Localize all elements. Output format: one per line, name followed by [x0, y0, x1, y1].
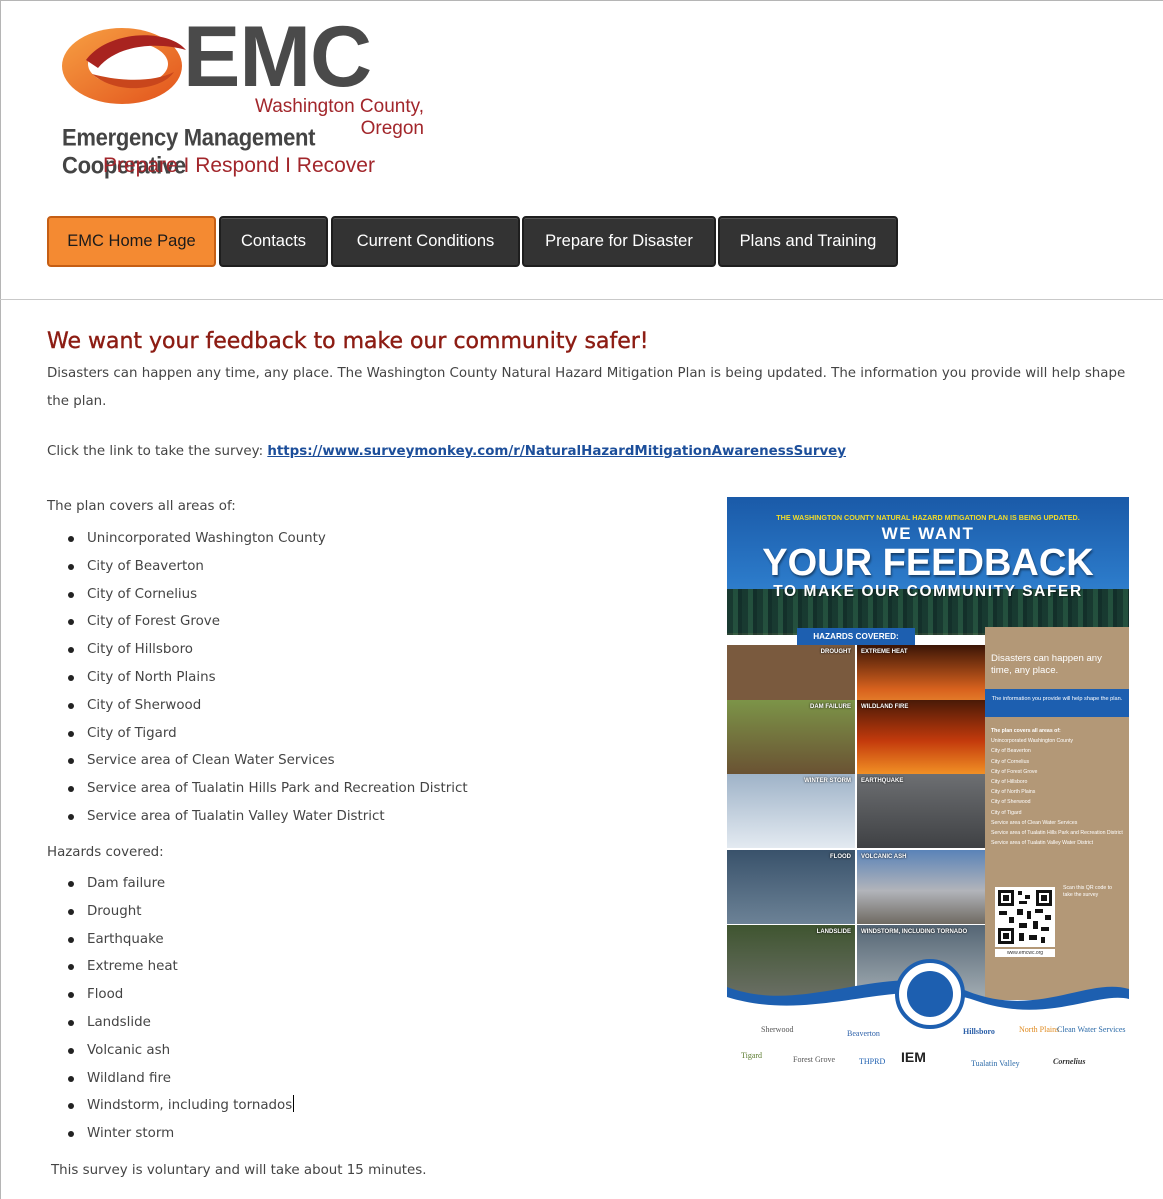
tile-label: WINTER STORM — [804, 778, 851, 784]
nav-plans-and-training[interactable]: Plans and Training — [718, 216, 898, 267]
list-item: Service area of Tualatin Hills Park and … — [67, 775, 468, 803]
emc-logo[interactable]: EMC Washington County, Oregon Emergency … — [58, 14, 428, 180]
hazards-title: Hazards covered: — [47, 845, 164, 860]
text-cursor — [293, 1095, 295, 1113]
list-item: Volcanic ash — [67, 1037, 294, 1065]
list-item: Drought — [67, 898, 294, 926]
tile-label: FLOOD — [830, 854, 851, 860]
tile-flood: FLOOD — [727, 850, 855, 924]
areas-title: The plan covers all areas of: — [47, 499, 236, 514]
logo-tagline: Prepare I Respond I Recover — [103, 154, 375, 177]
poster-side-bar: The information you provide will help sh… — [985, 689, 1129, 717]
intro-paragraph: Disasters can happen any time, any place… — [47, 366, 1126, 409]
survey-duration-note: This survey is voluntary and will take a… — [51, 1163, 427, 1178]
areas-list: Unincorporated Washington County City of… — [67, 525, 468, 831]
partner-logo: IEM — [901, 1049, 926, 1065]
page-title: We want your feedback to make our commun… — [47, 329, 649, 354]
tile-winter-storm: WINTER STORM — [727, 774, 855, 848]
partner-logo: Sherwood — [761, 1025, 794, 1034]
partner-logo: Forest Grove — [793, 1055, 835, 1064]
poster-side-item: Service area of Tualatin Valley Water Di… — [991, 840, 1094, 847]
survey-prefix: Click the link to take the survey: — [47, 444, 268, 459]
tile-label: DROUGHT — [820, 649, 851, 655]
poster-side-head: Disasters can happen any time, any place… — [991, 653, 1102, 676]
tile-label: WILDLAND FIRE — [861, 704, 909, 710]
list-item: Landslide — [67, 1009, 294, 1037]
list-item: Earthquake — [67, 926, 294, 954]
tile-label: VOLCANIC ASH — [861, 854, 907, 860]
list-item: Flood — [67, 981, 294, 1009]
poster-side-list-title: The plan covers all areas of: — [991, 728, 1061, 734]
poster-we-want: WE WANT — [881, 524, 975, 543]
logo-brand-text: EMC — [183, 9, 372, 105]
nav-current-conditions[interactable]: Current Conditions — [331, 216, 520, 267]
poster-partner-logos: Sherwood Beaverton Hillsboro North Plain… — [727, 1019, 1129, 1095]
poster-banner: THE WASHINGTON COUNTY NATURAL HAZARD MIT… — [776, 513, 1080, 522]
poster-side-item: City of Hillsboro — [991, 779, 1028, 786]
tile-dam-failure: DAM FAILURE — [727, 700, 855, 774]
list-item: Winter storm — [67, 1120, 294, 1148]
partner-logo: Clean Water Services — [1057, 1025, 1126, 1034]
partner-logo: Tigard — [741, 1051, 763, 1060]
tile-volcanic-ash: VOLCANIC ASH — [857, 850, 985, 924]
nav-prepare-for-disaster[interactable]: Prepare for Disaster — [522, 216, 716, 267]
list-item: Dam failure — [67, 870, 294, 898]
partner-logo: Tualatin Valley — [971, 1059, 1020, 1068]
qr-code-icon — [995, 887, 1055, 947]
poster-feedback-headline: YOUR FEEDBACK — [762, 542, 1094, 584]
list-item: City of Cornelius — [67, 581, 468, 609]
list-item: Wildland fire — [67, 1065, 294, 1093]
poster-side-item: City of North Plains — [991, 789, 1036, 796]
list-item: City of Sherwood — [67, 692, 468, 720]
poster-url: www.emcwc.org — [995, 949, 1055, 957]
survey-line: Click the link to take the survey: https… — [47, 444, 846, 459]
poster-side-item: City of Tigard — [991, 809, 1022, 816]
partner-logo: THPRD — [859, 1057, 886, 1066]
tile-label: DAM FAILURE — [810, 704, 851, 710]
poster-side-item: Service area of Tualatin Hills Park and … — [991, 830, 1123, 837]
poster-qr-text: Scan this QR code to take the survey — [1063, 885, 1113, 898]
survey-link[interactable]: https://www.surveymonkey.com/r/NaturalHa… — [267, 444, 846, 459]
list-item: City of Beaverton — [67, 553, 468, 581]
partner-logo: North Plains — [1019, 1025, 1060, 1034]
tile-wildland-fire: WILDLAND FIRE — [857, 700, 985, 774]
list-item: City of Hillsboro — [67, 636, 468, 664]
tile-label: WINDSTORM, INCLUDING TORNADO — [861, 929, 968, 935]
poster-hazards-label: HAZARDS COVERED: — [797, 628, 915, 645]
list-item: City of North Plains — [67, 664, 468, 692]
list-item[interactable]: Windstorm, including tornados — [67, 1092, 295, 1120]
poster-side-item: City of Sherwood — [991, 799, 1031, 806]
emc-swoosh-icon — [62, 28, 186, 104]
tile-label: LANDSLIDE — [816, 929, 851, 935]
list-item: City of Forest Grove — [67, 608, 468, 636]
poster-side-item: City of Cornelius — [991, 758, 1030, 765]
tile-earthquake: EARTHQUAKE — [857, 774, 985, 848]
list-item: Service area of Tualatin Valley Water Di… — [67, 803, 468, 831]
poster-side-item: Unincorporated Washington County — [991, 738, 1073, 745]
poster-safer: TO MAKE OUR COMMUNITY SAFER — [773, 583, 1083, 600]
partner-logo: Beaverton — [847, 1029, 880, 1038]
site-header: EMC Washington County, Oregon Emergency … — [0, 0, 1163, 300]
list-item: Extreme heat — [67, 953, 294, 981]
partner-logo: Cornelius — [1053, 1057, 1086, 1066]
poster-side-item: City of Forest Grove — [991, 768, 1038, 775]
partner-logo: Hillsboro — [963, 1027, 995, 1036]
poster-side-list: The plan covers all areas of: Unincorpor… — [991, 726, 1125, 848]
poster-side-item: Service area of Clean Water Services — [991, 819, 1078, 826]
hazards-list: Dam failure Drought Earthquake Extreme h… — [67, 870, 295, 1148]
list-item: Service area of Clean Water Services — [67, 747, 468, 775]
poster-side-panel: Disasters can happen any time, any place… — [985, 627, 1129, 1000]
tile-label: EARTHQUAKE — [861, 778, 904, 784]
list-item: Unincorporated Washington County — [67, 525, 468, 553]
poster-side-item: City of Beaverton — [991, 748, 1031, 755]
poster-hazard-grid: DROUGHT EXTREME HEAT DAM FAILURE WILDLAN… — [727, 645, 985, 1000]
nav-emc-home-page[interactable]: EMC Home Page — [47, 216, 216, 267]
nav-contacts[interactable]: Contacts — [219, 216, 328, 267]
feedback-poster-image[interactable]: THE WASHINGTON COUNTY NATURAL HAZARD MIT… — [727, 497, 1129, 1095]
seal-inner — [907, 971, 953, 1017]
tile-label: EXTREME HEAT — [861, 649, 908, 655]
hazard-windstorm-text: Windstorm, including tornados — [87, 1098, 293, 1114]
list-item: City of Tigard — [67, 720, 468, 748]
